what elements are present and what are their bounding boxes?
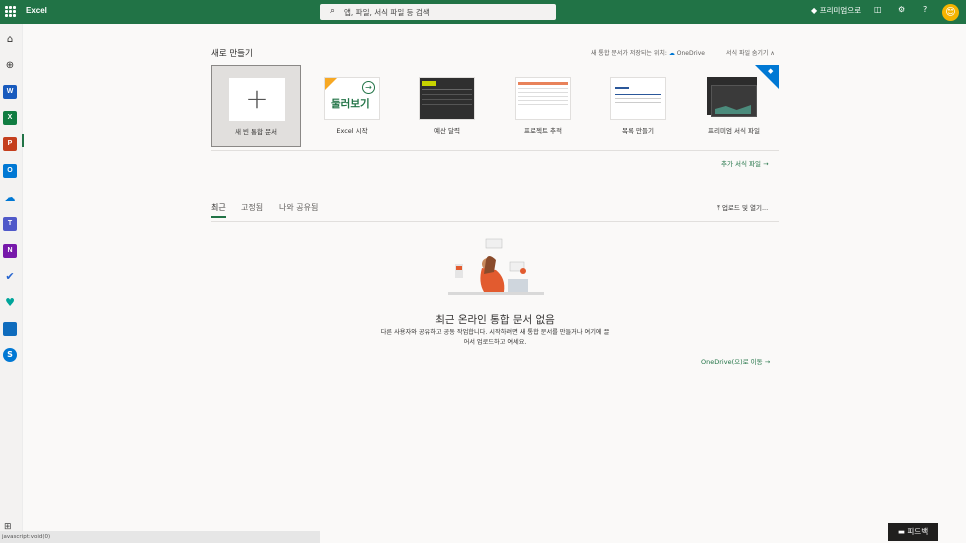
upload-label: 업로드 및 열기...: [721, 204, 769, 212]
powerpoint-icon[interactable]: P: [3, 137, 17, 151]
empty-state-description: 다른 사용자와 공유하고 공동 작업합니다. 시작하려면 새 통합 문서를 만들…: [350, 328, 640, 348]
diamond-icon: ◆: [768, 67, 774, 75]
feedback-top-icon[interactable]: ◫: [874, 5, 882, 14]
divider: [211, 150, 779, 151]
teams-icon[interactable]: T: [3, 217, 17, 231]
list-thumb: [610, 77, 666, 120]
search-icon: ⌕: [330, 6, 336, 16]
search-placeholder: 앱, 파일, 서식 파일 등 검색: [344, 8, 430, 17]
skype-icon[interactable]: S: [3, 348, 17, 362]
tile-make-list[interactable]: 목록 만들기: [593, 65, 683, 147]
more-templates-link[interactable]: 추가 서식 파일 →: [721, 158, 769, 168]
upload-open-button[interactable]: ⤒ 업로드 및 열기...: [717, 202, 768, 213]
family-safety-icon[interactable]: ♥: [3, 296, 17, 310]
tile-label: 목록 만들기: [622, 127, 654, 135]
premium-button[interactable]: ◆ 프리미엄으로: [811, 5, 861, 16]
tracker-thumb: [515, 77, 571, 120]
todo-icon[interactable]: ✔: [3, 270, 17, 284]
create-icon[interactable]: ⊕: [3, 59, 17, 73]
save-location-value[interactable]: OneDrive: [677, 50, 705, 57]
empty-desc-line-1: 다른 사용자와 공유하고 공동 작업합니다. 시작하려면 새 통합 문서를 만들…: [380, 329, 610, 336]
feedback-button[interactable]: ▬ 피드백: [888, 523, 938, 541]
empty-desc-line-2: 어서 업로드하고 여세요.: [463, 339, 527, 346]
blank-thumb: +: [229, 78, 285, 121]
premium-thumb-front: [711, 85, 757, 117]
avatar[interactable]: 😊: [942, 4, 959, 21]
premium-label: 프리미엄으로: [819, 6, 862, 15]
search-box[interactable]: ⌕ 앱, 파일, 서식 파일 등 검색: [320, 4, 556, 20]
upload-icon: ⤒: [717, 204, 720, 212]
hide-templates-toggle[interactable]: 서식 파일 숨기기 ∧: [726, 48, 775, 57]
empty-state-title: 최근 온라인 통합 문서 없음: [435, 314, 555, 326]
settings-gear-icon[interactable]: ⚙: [898, 5, 905, 14]
feedback-label: 피드백: [907, 527, 929, 536]
tab-recent[interactable]: 최근: [211, 202, 226, 218]
new-section-title: 새로 만들기: [211, 49, 253, 59]
help-button[interactable]: ?: [923, 5, 927, 14]
plus-icon: +: [245, 82, 269, 115]
save-location-label: 새 통합 문서가 저장되는 위치:: [591, 50, 667, 57]
premium-corner: [755, 65, 779, 89]
app-name[interactable]: Excel: [26, 6, 47, 15]
tab-shared-with-me[interactable]: 나와 공유됨: [279, 202, 318, 213]
onedrive-icon[interactable]: ☁: [3, 191, 17, 205]
tile-budget-calendar[interactable]: 예산 달력: [402, 65, 492, 147]
tile-label: 프리미엄 서식 파일: [708, 127, 760, 135]
calendar-icon[interactable]: [3, 322, 17, 336]
home-icon[interactable]: ⌂: [3, 33, 17, 47]
tile-label: 프로젝트 추적: [524, 127, 562, 135]
goto-onedrive-link[interactable]: OneDrive(으)로 이동 →: [701, 356, 770, 366]
tile-label: 예산 달력: [434, 127, 460, 135]
tile-label: Excel 시작: [336, 127, 368, 135]
tile-project-tracker[interactable]: 프로젝트 추적: [498, 65, 588, 147]
app-launcher-icon[interactable]: [5, 6, 16, 17]
arrow-right-icon: →: [362, 81, 375, 94]
diamond-icon: ◆: [811, 6, 818, 15]
tile-label: 새 빈 통합 문서: [234, 128, 278, 136]
tab-pinned[interactable]: 고정됨: [241, 202, 263, 213]
save-location: 새 통합 문서가 저장되는 위치: ☁ OneDrive: [591, 48, 705, 57]
tile-blank-workbook[interactable]: + 새 빈 통합 문서: [211, 65, 301, 147]
app-rail: ⌂ ⊕ W X P O ☁ T N ✔ ♥ S: [0, 24, 24, 543]
tile-excel-tour[interactable]: → 둘러보기 Excel 시작: [307, 65, 397, 147]
tour-thumb-text: 둘러보기: [331, 98, 370, 110]
onedrive-small-icon: ☁: [668, 50, 675, 57]
browser-status-bar: javascript:void(0): [0, 531, 320, 543]
tile-premium-templates[interactable]: ◆ 프리미엄 서식 파일: [689, 65, 779, 147]
chat-icon: ▬: [897, 527, 905, 536]
active-app-indicator: [22, 134, 24, 147]
divider: [211, 221, 779, 222]
excel-icon[interactable]: X: [3, 111, 17, 125]
word-icon[interactable]: W: [3, 85, 17, 99]
outlook-icon[interactable]: O: [3, 164, 17, 178]
onenote-icon[interactable]: N: [3, 244, 17, 258]
tour-thumb: → 둘러보기: [324, 77, 380, 120]
calendar-thumb: [419, 77, 475, 120]
empty-state-illustration: [448, 238, 544, 295]
top-bar: Excel ⌕ 앱, 파일, 서식 파일 등 검색 ◆ 프리미엄으로 ◫ ⚙ ?…: [0, 0, 966, 24]
